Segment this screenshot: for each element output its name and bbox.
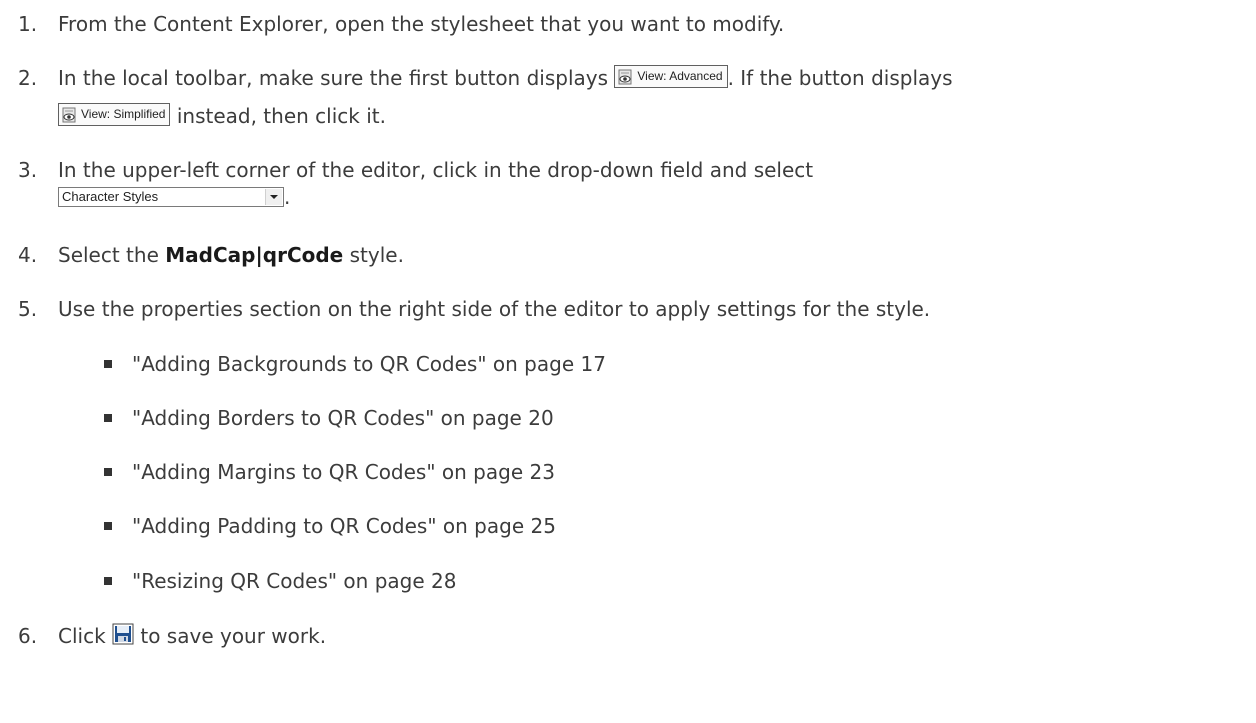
step-text-mid: . If the button displays [727,66,953,90]
step-text: From the Content Explorer, open the styl… [58,12,785,36]
cross-reference-link[interactable]: "Adding Borders to QR Codes" on page 20 [132,399,554,437]
step-number: 1. [18,12,38,36]
dropdown-value: Character Styles [62,189,159,204]
step-text-end: . [284,185,291,209]
chevron-down-icon [265,189,282,205]
style-name: MadCap|qrCode [165,243,344,267]
step-text: Use the properties section on the right … [58,297,931,321]
bullet-marker [104,522,112,530]
bullet-marker [104,577,112,585]
view-eye-icon [62,107,76,123]
bullet-marker [104,468,112,476]
step-number: 5. [18,297,38,321]
step-body: Click to save your work. [58,617,1248,655]
step-text: Select the [58,243,166,267]
step-text-post: to save your work. [134,624,327,648]
step-number: 4. [18,243,38,267]
bullet-marker [104,414,112,422]
step-text: In the local toolbar, make sure the firs… [58,66,609,90]
step-text-post: style. [343,243,404,267]
step-text-post: instead, then click it. [170,104,386,128]
view-eye-icon [618,69,632,85]
view-advanced-button: View: Advanced [614,65,728,88]
cross-reference-link[interactable]: "Adding Margins to QR Codes" on page 23 [132,453,555,491]
view-simplified-label: View: Simplified [81,107,166,121]
procedure-document: 1. From the Content Explorer, open the s… [0,0,1256,723]
bullet-marker [104,360,112,368]
cross-reference-link[interactable]: "Adding Padding to QR Codes" on page 25 [132,507,556,545]
floppy-disk-save-icon [112,623,134,644]
view-advanced-label: View: Advanced [637,69,723,83]
step-number: 6. [18,624,38,648]
step-body: Select the MadCap|qrCode style. [58,236,1248,274]
step-body: In the upper-left corner of the editor, … [58,151,1248,207]
step-text: Click [58,624,113,648]
step-body: In the local toolbar, make sure the firs… [58,59,1248,135]
cross-reference-link[interactable]: "Adding Backgrounds to QR Codes" on page… [132,345,606,383]
view-simplified-button: View: Simplified [58,103,171,126]
step-number: 2. [18,66,38,90]
step-text: In the upper-left corner of the editor, … [58,158,814,182]
character-styles-dropdown: Character Styles [58,187,284,207]
step-number: 3. [18,158,38,182]
cross-reference-link[interactable]: "Resizing QR Codes" on page 28 [132,562,456,600]
